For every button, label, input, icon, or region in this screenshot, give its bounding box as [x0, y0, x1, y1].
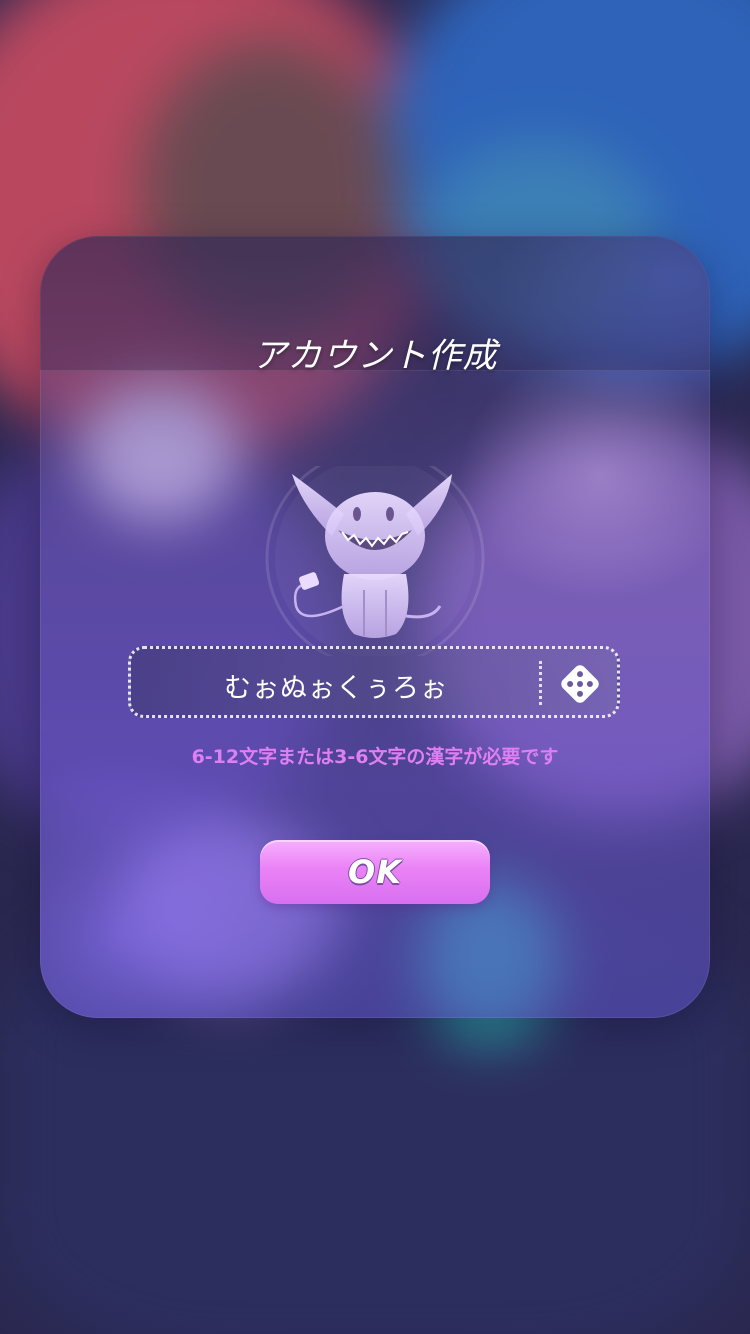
name-requirement-hint: 6-12文字または3-6文字の漢字が必要です	[191, 746, 559, 768]
account-creation-screen: アカウント作成 むぉぬぉくぅろぉ 6-12文字または3-6文字の漢字が必要です …	[0, 0, 750, 1334]
dice-icon	[561, 665, 599, 703]
ok-button-label: OK	[348, 853, 402, 891]
account-creation-dialog: アカウント作成 むぉぬぉくぅろぉ 6-12文字または3-6文字の漢字が必要です …	[40, 236, 710, 1018]
dialog-title: アカウント作成	[252, 336, 498, 376]
field-divider	[539, 661, 542, 705]
account-name-input[interactable]: むぉぬぉくぅろぉ	[131, 666, 541, 705]
grinning-horned-mascot-icon	[262, 448, 488, 668]
random-name-button[interactable]	[555, 659, 605, 709]
account-name-field: むぉぬぉくぅろぉ	[128, 646, 620, 718]
ok-button[interactable]: OK	[260, 840, 490, 904]
